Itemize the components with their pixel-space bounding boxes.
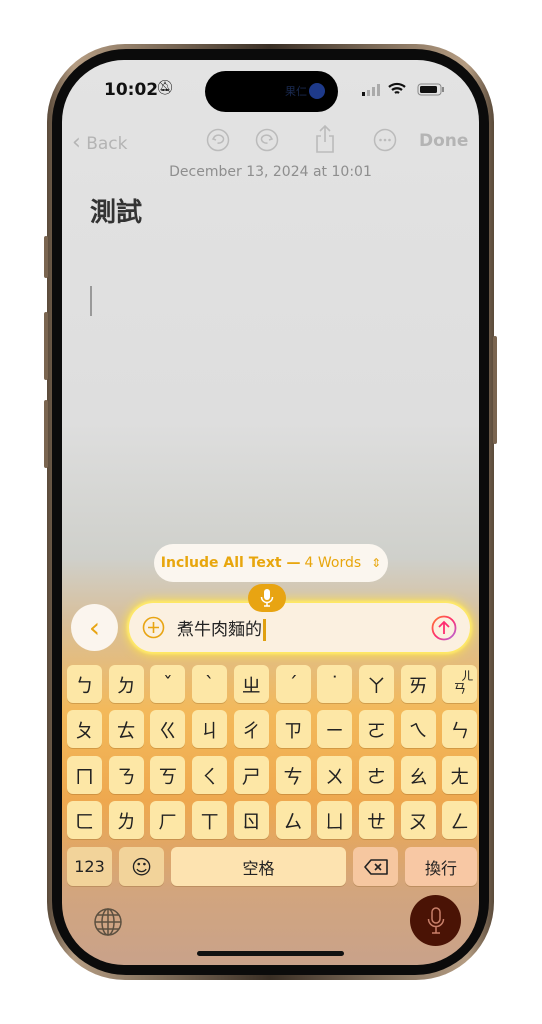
- key-ㄩ[interactable]: ㄩ: [317, 801, 353, 839]
- key-ㄎ[interactable]: ㄎ: [150, 756, 186, 794]
- key-ㄕ[interactable]: ㄕ: [233, 756, 269, 794]
- done-button[interactable]: Done: [419, 131, 468, 151]
- back-label: Back: [86, 134, 128, 154]
- signal-icon: [362, 84, 380, 96]
- delete-key[interactable]: [353, 847, 398, 886]
- key-ㄢ[interactable]: ㄢㄦ: [442, 665, 478, 703]
- key-ㄟ[interactable]: ㄟ: [400, 710, 436, 748]
- key-ㄞ[interactable]: ㄞ: [400, 665, 436, 703]
- microphone-icon: [427, 906, 444, 934]
- key-ˊ[interactable]: ˊ: [275, 665, 311, 703]
- key-ㄅ[interactable]: ㄅ: [67, 665, 102, 703]
- input-cursor: [263, 619, 266, 641]
- key-ㄤ[interactable]: ㄤ: [442, 756, 478, 794]
- key-ㄐ[interactable]: ㄐ: [192, 710, 228, 748]
- delete-backward-icon: [363, 858, 388, 875]
- undo-icon[interactable]: [206, 128, 230, 152]
- numbers-key[interactable]: 123: [67, 847, 112, 886]
- island-text: 果仁: [285, 85, 307, 98]
- key-ㄔ[interactable]: ㄔ: [233, 710, 269, 748]
- keyboard-dictation-button[interactable]: [410, 895, 461, 946]
- word-count: 4 Words: [304, 555, 362, 571]
- send-arrow-icon[interactable]: [431, 615, 457, 641]
- key-ㄥ[interactable]: ㄥ: [442, 801, 478, 839]
- home-indicator: [197, 951, 344, 956]
- wifi-icon: [388, 82, 406, 94]
- key-ㄚ[interactable]: ㄚ: [358, 665, 394, 703]
- screen: 10:02 🔕︎ 果仁 ‹ Back Done December 13, 202…: [62, 60, 479, 965]
- volume-down-button: [44, 400, 48, 468]
- key-ㄆ[interactable]: ㄆ: [67, 710, 102, 748]
- microphone-icon: [260, 589, 274, 607]
- key-ㄍ[interactable]: ㄍ: [150, 710, 186, 748]
- input-text: 煮牛肉麵的: [177, 615, 266, 641]
- key-ㄣ[interactable]: ㄣ: [442, 710, 478, 748]
- return-key[interactable]: 換行: [405, 847, 477, 886]
- key-ㄊ[interactable]: ㄊ: [108, 710, 144, 748]
- scope-selector[interactable]: Include All Text —4 Words ⇕: [154, 544, 388, 582]
- more-icon[interactable]: [373, 128, 397, 152]
- redo-icon[interactable]: [255, 128, 279, 152]
- text-cursor: [90, 286, 92, 316]
- dynamic-island: 果仁: [205, 71, 338, 112]
- key-ˋ[interactable]: ˋ: [192, 665, 228, 703]
- space-key[interactable]: 空格: [171, 847, 346, 886]
- status-time: 10:02: [104, 80, 159, 100]
- key-ㄙ[interactable]: ㄙ: [275, 801, 311, 839]
- key-ㄇ[interactable]: ㄇ: [67, 756, 102, 794]
- key-ㄋ[interactable]: ㄋ: [108, 756, 144, 794]
- key-ㄡ[interactable]: ㄡ: [400, 801, 436, 839]
- key-ㄨ[interactable]: ㄨ: [317, 756, 353, 794]
- writing-tools-input[interactable]: 煮牛肉麵的: [129, 603, 470, 652]
- key-ㄘ[interactable]: ㄘ: [275, 756, 311, 794]
- note-date: December 13, 2024 at 10:01: [169, 164, 372, 180]
- side-button: [493, 336, 497, 444]
- action-button: [44, 236, 48, 278]
- writing-tools-back-button[interactable]: ‹: [71, 604, 118, 651]
- back-button[interactable]: ‹ Back: [72, 130, 128, 155]
- volume-up-button: [44, 312, 48, 380]
- contact-icon: [309, 83, 325, 99]
- key-ㄖ[interactable]: ㄖ: [233, 801, 269, 839]
- scope-label: Include All Text —: [160, 555, 301, 571]
- key-ㄑ[interactable]: ㄑ: [192, 756, 228, 794]
- alt-key-label: ㄦ: [461, 669, 474, 683]
- share-icon[interactable]: [314, 124, 336, 154]
- key-ㄏ[interactable]: ㄏ: [150, 801, 186, 839]
- globe-icon[interactable]: [93, 907, 123, 937]
- emoji-key[interactable]: ☺: [119, 847, 164, 886]
- key-ㄌ[interactable]: ㄌ: [108, 801, 144, 839]
- key-ㄗ[interactable]: ㄗ: [275, 710, 311, 748]
- chevron-updown-icon: ⇕: [371, 556, 382, 570]
- key-ㄛ[interactable]: ㄛ: [358, 710, 394, 748]
- dictation-button[interactable]: [248, 584, 286, 612]
- note-title[interactable]: 測試: [90, 192, 142, 229]
- key-˙[interactable]: ˙: [317, 665, 353, 703]
- emoji-icon: ☺: [131, 854, 152, 879]
- key-ㄧ[interactable]: ㄧ: [317, 710, 353, 748]
- key-ㄈ[interactable]: ㄈ: [67, 801, 102, 839]
- key-ㄓ[interactable]: ㄓ: [233, 665, 269, 703]
- chevron-left-icon: ‹: [88, 611, 101, 644]
- key-ㄝ[interactable]: ㄝ: [358, 801, 394, 839]
- key-ㄉ[interactable]: ㄉ: [108, 665, 144, 703]
- battery-icon: [417, 83, 444, 96]
- key-ㄒ[interactable]: ㄒ: [192, 801, 228, 839]
- plus-circle-icon[interactable]: [142, 616, 165, 639]
- input-value: 煮牛肉麵的: [177, 620, 262, 640]
- chevron-left-icon: ‹: [72, 130, 81, 155]
- key-ˇ[interactable]: ˇ: [150, 665, 186, 703]
- key-ㄠ[interactable]: ㄠ: [400, 756, 436, 794]
- silent-bell-icon: 🔕︎: [156, 80, 174, 96]
- key-ㄜ[interactable]: ㄜ: [358, 756, 394, 794]
